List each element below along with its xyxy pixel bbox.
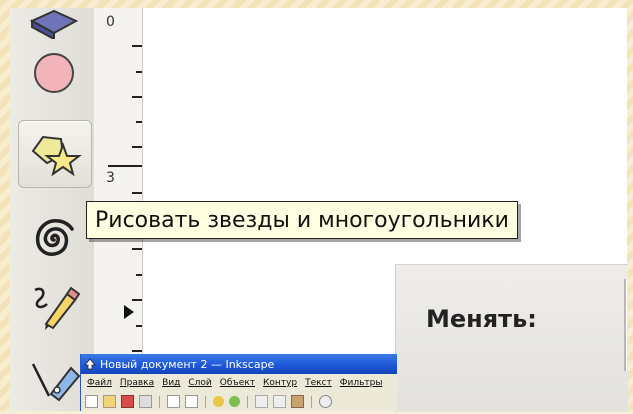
tool-controls-zoom: Менять: <box>395 264 628 412</box>
ruler-tick <box>132 192 142 194</box>
window-titlebar[interactable]: Новый документ 2 — Inkscape <box>81 354 397 374</box>
inkscape-window-thumbnail: Новый документ 2 — Inkscape Файл Правка … <box>80 354 397 411</box>
ruler-tick <box>132 96 142 98</box>
paste-icon[interactable] <box>291 395 304 408</box>
pencil-tool[interactable] <box>18 274 90 340</box>
page-frame-left <box>0 0 10 411</box>
star-polygon-tool[interactable] <box>18 120 92 188</box>
print-icon[interactable] <box>139 395 152 408</box>
undo-icon[interactable] <box>213 396 224 407</box>
save-icon[interactable] <box>121 395 134 408</box>
ruler-tick <box>132 350 142 352</box>
menu-object[interactable]: Объект <box>220 378 255 388</box>
open-icon[interactable] <box>103 395 116 408</box>
toolbar-separator <box>247 395 248 408</box>
ruler-tick <box>136 71 142 73</box>
menu-edit[interactable]: Правка <box>120 378 154 388</box>
ruler-label-0: 0 <box>106 14 115 30</box>
change-label: Менять: <box>426 305 537 333</box>
ellipse-tool[interactable] <box>18 40 90 106</box>
page-frame-top <box>0 0 633 8</box>
new-document-icon[interactable] <box>85 395 98 408</box>
spiral-icon <box>35 219 74 256</box>
menu-text[interactable]: Текст <box>305 378 332 388</box>
toolbar-separator <box>205 395 206 408</box>
ruler-tick <box>132 299 142 301</box>
toolbar-separator <box>159 395 160 408</box>
commands-bar <box>81 392 397 411</box>
ruler-tick <box>136 121 142 123</box>
menu-filters[interactable]: Фильтры <box>340 378 383 388</box>
cut-icon[interactable] <box>273 395 286 408</box>
ruler-tick <box>132 248 142 250</box>
toolbox <box>10 8 94 411</box>
copy-icon[interactable] <box>255 395 268 408</box>
menu-bar: Файл Правка Вид Слой Объект Контур Текст… <box>81 374 397 392</box>
menu-layer[interactable]: Слой <box>188 378 211 388</box>
ruler-tick <box>136 325 142 327</box>
zoom-icon[interactable] <box>319 395 332 408</box>
star-polygon-icon <box>31 135 82 177</box>
toolbar-separator <box>624 279 626 371</box>
ellipse-icon <box>34 53 74 93</box>
redo-icon[interactable] <box>229 396 240 407</box>
ruler-position-marker <box>124 305 134 319</box>
menu-path[interactable]: Контур <box>263 378 297 388</box>
ruler-tick-major <box>108 165 142 167</box>
ruler-tick <box>132 45 142 47</box>
menu-file[interactable]: Файл <box>87 378 112 388</box>
pencil-icon <box>34 286 81 330</box>
toolbar-separator <box>311 395 312 408</box>
3d-box-icon <box>29 9 79 39</box>
window-title: Новый документ 2 — Inkscape <box>100 357 275 371</box>
ruler-tick <box>132 146 142 148</box>
ruler-tick <box>136 274 142 276</box>
menu-view[interactable]: Вид <box>162 378 180 388</box>
export-icon[interactable] <box>185 395 198 408</box>
import-icon[interactable] <box>167 395 180 408</box>
inkscape-logo-icon <box>84 358 96 370</box>
pen-icon <box>31 363 81 402</box>
ruler-label-3: 3 <box>106 170 115 186</box>
spiral-tool[interactable] <box>18 206 90 272</box>
tool-tooltip: Рисовать звезды и многоугольники <box>86 201 518 239</box>
